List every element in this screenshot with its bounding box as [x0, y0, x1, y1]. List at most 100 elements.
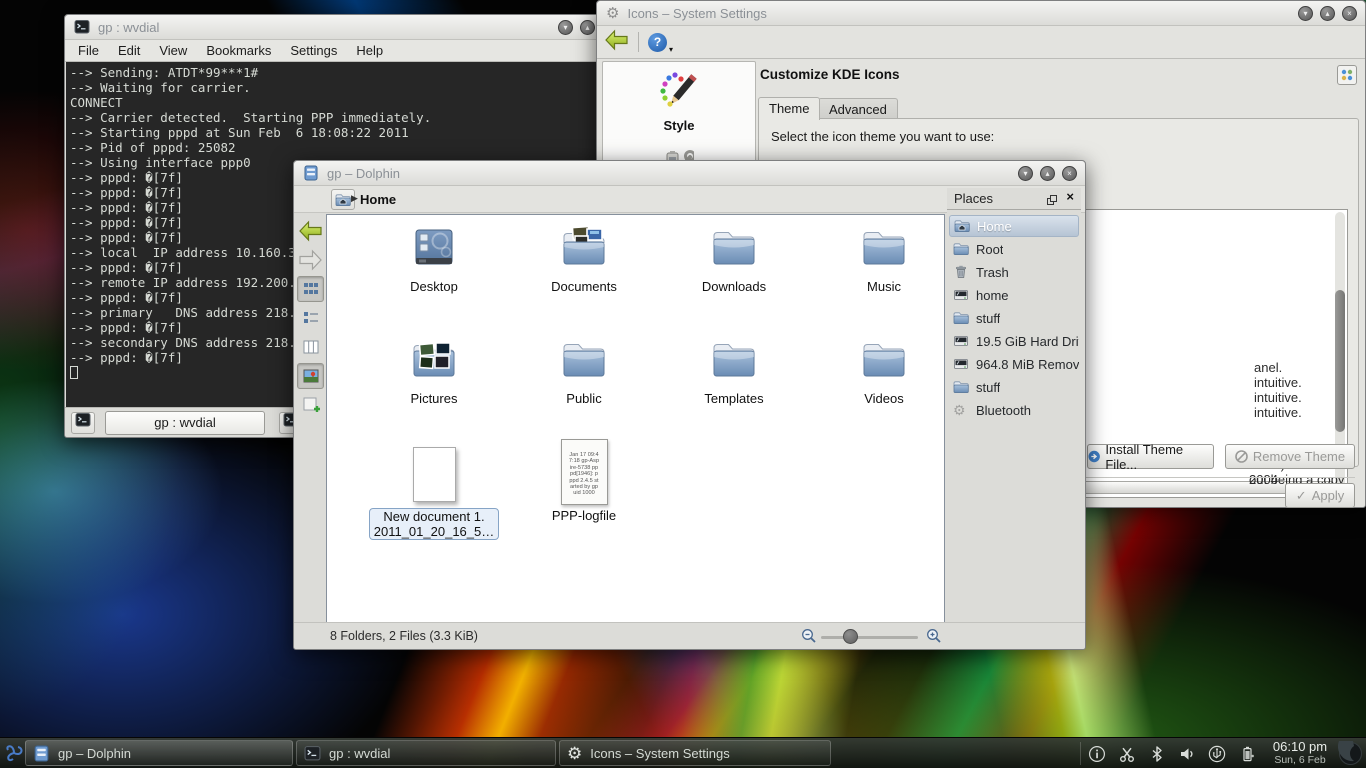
check-icon: ✓: [1296, 488, 1307, 504]
clock-time: 06:10 pm: [1266, 740, 1334, 754]
apply-button[interactable]: ✓ Apply: [1285, 483, 1355, 508]
close-panel-icon[interactable]: ×: [1066, 189, 1074, 204]
menu-item-view[interactable]: View: [159, 43, 187, 58]
drive-icon: [953, 356, 969, 372]
back-button[interactable]: [297, 218, 324, 244]
zoom-in-icon[interactable]: [926, 628, 942, 649]
places-item-home[interactable]: home: [949, 284, 1079, 306]
split-view-button[interactable]: [297, 392, 324, 418]
item-label: Music: [814, 279, 954, 294]
menu-item-bookmarks[interactable]: Bookmarks: [206, 43, 271, 58]
folder-item[interactable]: Templates: [664, 335, 804, 406]
scrollbar-handle[interactable]: [1335, 290, 1345, 432]
zoom-slider-track[interactable]: [821, 636, 918, 639]
preview-button[interactable]: [297, 363, 324, 389]
places-item-trash[interactable]: Trash: [949, 261, 1079, 283]
task-button-3[interactable]: ⚙Icons – System Settings: [559, 740, 831, 766]
klipper-icon[interactable]: [1118, 745, 1136, 763]
file-item[interactable]: Jan 17 09:47:18 gp-Aspire-5738 pppd[1946…: [514, 439, 654, 523]
places-item-964-8-mib-remov-[interactable]: 964.8 MiB Remov…: [949, 353, 1079, 375]
volume-icon[interactable]: [1178, 745, 1196, 763]
icons-view-button[interactable]: [297, 276, 324, 302]
folder-icon: [953, 379, 969, 395]
zoom-out-icon[interactable]: [801, 628, 817, 649]
close-icon[interactable]: ×: [1062, 166, 1077, 181]
task-label: gp – Dolphin: [58, 746, 131, 761]
task-button-1[interactable]: gp – Dolphin: [25, 740, 293, 766]
places-item-stuff[interactable]: stuff: [949, 307, 1079, 329]
battery-icon[interactable]: [1238, 745, 1256, 763]
item-label: PPP-logfile: [514, 508, 654, 523]
columns-view-button[interactable]: [297, 334, 324, 360]
places-item-stuff[interactable]: stuff: [949, 376, 1079, 398]
bluetooth-icon[interactable]: [1148, 745, 1166, 763]
terminal-line: --> Carrier detected. Starting PPP immed…: [70, 110, 598, 125]
float-panel-icon[interactable]: [1047, 193, 1057, 208]
home-folder-icon: [954, 218, 970, 234]
maximize-icon[interactable]: ▴: [1040, 166, 1055, 181]
folder-item[interactable]: Public: [514, 335, 654, 406]
forward-button[interactable]: [297, 247, 324, 273]
folder-view[interactable]: DesktopDocumentsDownloadsMusicPicturesPu…: [326, 214, 945, 626]
bluetooth-adapter-icon: ⚙: [953, 403, 969, 417]
folder-icon: [953, 241, 969, 257]
dolphin-window-title: gp – Dolphin: [327, 166, 400, 181]
back-button[interactable]: [604, 29, 629, 56]
usb-device-icon[interactable]: [1208, 745, 1226, 763]
overview-icon[interactable]: [1337, 65, 1357, 85]
folder-item[interactable]: Downloads: [664, 223, 804, 294]
sidebar-item-style[interactable]: Style: [603, 118, 755, 133]
menu-item-help[interactable]: Help: [356, 43, 383, 58]
app-launcher-icon[interactable]: [2, 741, 26, 768]
minimize-icon[interactable]: ▾: [558, 20, 573, 35]
maximize-icon[interactable]: ▴: [1320, 6, 1335, 21]
menu-item-edit[interactable]: Edit: [118, 43, 140, 58]
new-tab-button[interactable]: [71, 412, 95, 434]
folder-icon: [664, 223, 804, 276]
page-title: Customize KDE Icons: [760, 67, 900, 82]
folder-item[interactable]: Desktop: [364, 223, 504, 294]
places-item-home[interactable]: Home: [949, 215, 1079, 237]
task-button-2[interactable]: gp : wvdial: [296, 740, 556, 766]
terminal-tab[interactable]: gp : wvdial: [105, 411, 265, 435]
menu-item-settings[interactable]: Settings: [290, 43, 337, 58]
folder-item[interactable]: Music: [814, 223, 954, 294]
dolphin-titlebar[interactable]: gp – Dolphin ▾ ▴ ×: [294, 161, 1085, 186]
folder-item[interactable]: Videos: [814, 335, 954, 406]
clock[interactable]: 06:10 pm Sun, 6 Feb: [1266, 740, 1334, 766]
help-icon[interactable]: ?: [648, 33, 667, 52]
tab-theme[interactable]: Theme: [758, 97, 820, 120]
tab-advanced[interactable]: Advanced: [818, 98, 898, 120]
places-item-19-5-gib-hard-drive[interactable]: 19.5 GiB Hard Drive: [949, 330, 1079, 352]
minimize-icon[interactable]: ▾: [1018, 166, 1033, 181]
info-icon[interactable]: [1088, 745, 1106, 763]
panel-toolbox-icon[interactable]: [1338, 741, 1363, 768]
list-item-fragment: intuitive.: [1254, 390, 1302, 405]
task-label: Icons – System Settings: [590, 746, 729, 761]
task-label: gp : wvdial: [329, 746, 390, 761]
terminal-line: --> Waiting for carrier.: [70, 80, 598, 95]
places-item-root[interactable]: Root: [949, 238, 1079, 260]
file-label-selected: New document 1.2011_01_20_16_5…: [369, 508, 500, 540]
install-theme-button[interactable]: Install Theme File...: [1087, 444, 1214, 469]
remove-theme-button[interactable]: Remove Theme: [1225, 444, 1355, 469]
terminal-titlebar[interactable]: gp : wvdial ▾ ▴: [65, 15, 603, 40]
details-view-button[interactable]: [297, 305, 324, 331]
maximize-icon[interactable]: ▴: [580, 20, 595, 35]
dolphin-statusbar: 8 Folders, 2 Files (3.3 KiB): [294, 622, 1085, 649]
style-icon[interactable]: [656, 70, 702, 116]
item-label: Pictures: [364, 391, 504, 406]
system-settings-titlebar[interactable]: ⚙ Icons – System Settings ▾ ▴ ×: [597, 1, 1365, 26]
folder-icon: [814, 335, 954, 388]
breadcrumb[interactable]: Home: [360, 192, 396, 207]
close-icon[interactable]: ×: [1342, 6, 1357, 21]
folder-item[interactable]: Pictures: [364, 335, 504, 406]
toolbar-separator: [638, 32, 639, 52]
places-item-bluetooth[interactable]: ⚙Bluetooth: [949, 399, 1079, 421]
minimize-icon[interactable]: ▾: [1298, 6, 1313, 21]
folder-item[interactable]: Documents: [514, 223, 654, 294]
system-settings-title: Icons – System Settings: [627, 6, 766, 21]
zoom-slider-handle[interactable]: [843, 629, 858, 644]
file-item[interactable]: New document 1.2011_01_20_16_5…: [364, 439, 504, 541]
menu-item-file[interactable]: File: [78, 43, 99, 58]
